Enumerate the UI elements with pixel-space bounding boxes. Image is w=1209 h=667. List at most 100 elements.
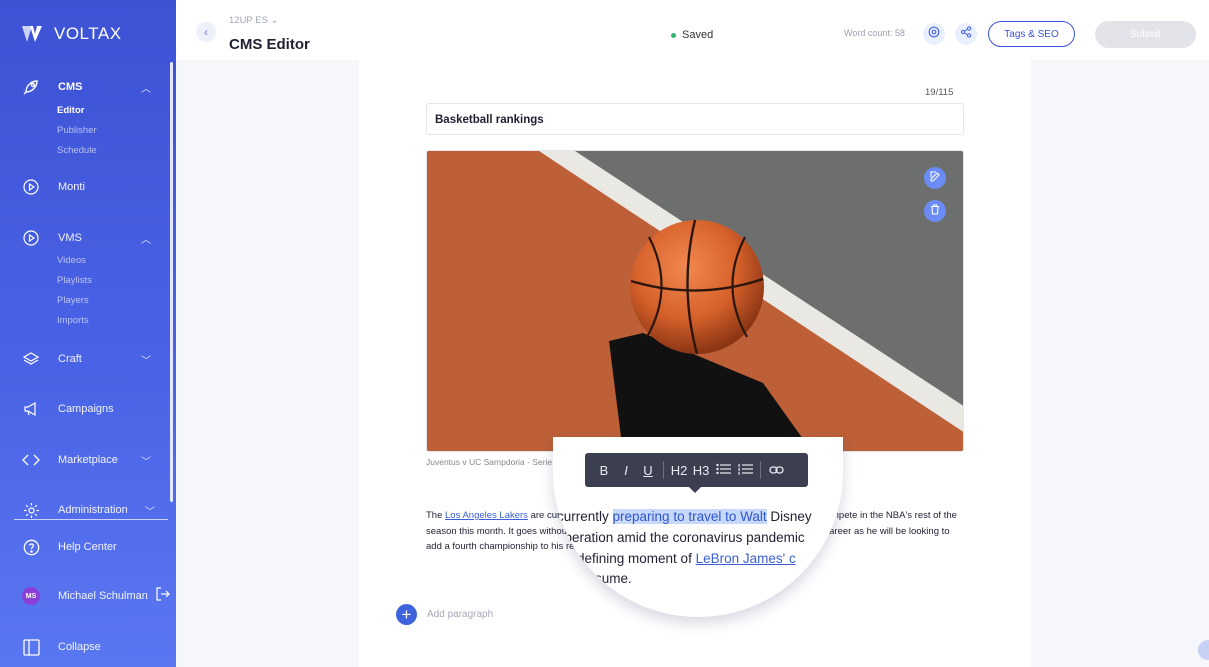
back-button[interactable]: ‹ xyxy=(196,22,216,42)
nav-section-campaigns: Campaigns xyxy=(0,398,170,420)
nav-section-monti: Monti xyxy=(0,176,170,198)
lebron-link[interactable]: LeBron James' c xyxy=(696,551,796,566)
sidebar-item-craft[interactable]: Craft ﹀ xyxy=(0,348,170,370)
sidebar-item-marketplace[interactable]: Marketplace ﹀ xyxy=(0,449,170,471)
sidebar-panel-icon xyxy=(22,638,40,656)
sidebar: VOLTAX CMS ︿ Editor Publisher Schedule M… xyxy=(0,0,176,667)
nav-section-help: Help Center xyxy=(0,536,170,558)
sidebar-subitem-playlists[interactable]: Playlists xyxy=(0,271,170,291)
help-icon xyxy=(22,538,40,556)
play-circle-icon xyxy=(22,178,40,196)
image-caption[interactable]: Juventus v UC Sampdoria - Serie A xyxy=(426,457,560,467)
sidebar-item-cms-label: CMS xyxy=(58,81,83,93)
brand-name: VOLTAX xyxy=(54,24,122,43)
zoomed-line-1: currently preparing to travel to Walt Di… xyxy=(557,509,812,524)
sidebar-subitem-schedule[interactable]: Schedule xyxy=(0,141,170,161)
sidebar-item-campaigns[interactable]: Campaigns xyxy=(0,398,170,420)
sidebar-item-craft-label: Craft xyxy=(58,353,82,365)
plus-icon[interactable]: + xyxy=(396,604,417,625)
toolbar-divider xyxy=(663,461,664,479)
bullet-list-icon[interactable] xyxy=(712,463,734,478)
nav-section-marketplace: Marketplace ﹀ xyxy=(0,449,170,471)
megaphone-icon xyxy=(22,400,40,418)
user-profile[interactable]: MS Michael Schulman xyxy=(0,585,170,607)
tags-seo-button[interactable]: Tags & SEO xyxy=(988,21,1075,47)
chevron-up-icon[interactable]: ︿ xyxy=(138,231,154,246)
underline-button[interactable]: U xyxy=(637,463,659,478)
right-gutter xyxy=(1031,60,1209,667)
zoomed-line-3: defining moment of LeBron James' c xyxy=(577,551,796,566)
collapse-button[interactable]: Collapse xyxy=(0,636,170,658)
avatar: MS xyxy=(22,587,40,605)
chevron-up-icon[interactable]: ︿ xyxy=(138,80,154,95)
status-dot xyxy=(671,32,676,38)
edit-icon xyxy=(929,169,941,187)
featured-image[interactable] xyxy=(426,150,964,452)
sidebar-item-cms[interactable]: CMS ︿ xyxy=(0,76,170,98)
voltax-logo-icon xyxy=(22,26,42,42)
submit-button[interactable]: Submit xyxy=(1095,21,1196,48)
sidebar-item-administration-label: Administration xyxy=(58,504,128,516)
title-char-count: 19/115 xyxy=(925,87,954,98)
paragraph-text: The xyxy=(426,510,446,521)
left-gutter xyxy=(176,60,359,667)
delete-image-button[interactable] xyxy=(924,200,946,222)
chevron-down-icon[interactable]: ﹀ xyxy=(138,352,154,367)
h3-button[interactable]: H3 xyxy=(690,463,712,478)
chevron-down-icon[interactable]: ﹀ xyxy=(142,503,158,518)
sidebar-scrollbar[interactable] xyxy=(170,62,173,502)
trash-icon xyxy=(930,202,940,220)
sidebar-subitem-videos[interactable]: Videos xyxy=(0,251,170,271)
title-input[interactable]: Basketball rankings xyxy=(426,103,964,135)
selected-text[interactable]: preparing to travel to Walt xyxy=(612,509,767,524)
sidebar-item-monti-label: Monti xyxy=(58,181,85,193)
sidebar-item-marketplace-label: Marketplace xyxy=(58,454,118,466)
nav-section-administration: Administration ﹀ xyxy=(0,499,170,521)
lakers-link[interactable]: Los Angeles Lakers xyxy=(445,510,528,521)
sidebar-item-monti[interactable]: Monti xyxy=(0,176,170,198)
logout-icon[interactable] xyxy=(156,586,170,606)
link-icon[interactable] xyxy=(765,463,787,478)
sidebar-subitem-editor[interactable]: Editor xyxy=(0,101,170,121)
chevron-down-icon[interactable]: ﹀ xyxy=(138,453,154,468)
add-paragraph[interactable]: + Add paragraph xyxy=(396,604,493,625)
collapse-label: Collapse xyxy=(58,641,101,653)
save-status-label: Saved xyxy=(682,29,714,41)
preview-button[interactable] xyxy=(923,23,945,45)
voltax-logo[interactable]: VOLTAX xyxy=(22,24,122,44)
sidebar-divider xyxy=(14,519,168,520)
sidebar-item-administration[interactable]: Administration ﹀ xyxy=(0,499,170,521)
user-name: Michael Schulman xyxy=(58,590,148,602)
basketball-court-photo xyxy=(427,151,963,451)
toolbar-divider xyxy=(760,461,761,479)
sidebar-subitem-imports[interactable]: Imports xyxy=(0,311,170,331)
nav-section-vms: VMS ︿ Videos Playlists Players Imports xyxy=(0,227,170,331)
save-status: Saved xyxy=(671,29,713,41)
h2-button[interactable]: H2 xyxy=(668,463,690,478)
edit-image-button[interactable] xyxy=(924,167,946,189)
numbered-list-icon[interactable] xyxy=(734,463,756,478)
sidebar-item-vms-label: VMS xyxy=(58,232,82,244)
add-paragraph-label: Add paragraph xyxy=(427,609,494,620)
code-brackets-icon xyxy=(22,451,40,469)
eye-icon xyxy=(928,25,940,43)
sidebar-subitem-publisher[interactable]: Publisher xyxy=(0,121,170,141)
word-count: Word count: 58 xyxy=(844,28,905,38)
bold-button[interactable]: B xyxy=(593,463,615,478)
italic-button[interactable]: I xyxy=(615,463,637,478)
nav-section-collapse: Collapse xyxy=(0,636,170,658)
chevron-down-icon: ⌄ xyxy=(270,15,279,26)
nav-section-user: MS Michael Schulman xyxy=(0,585,170,607)
page-title: CMS Editor xyxy=(229,36,310,53)
share-icon xyxy=(960,25,972,43)
share-button[interactable] xyxy=(955,23,977,45)
sidebar-subitem-players[interactable]: Players xyxy=(0,291,170,311)
zoomed-line-4: sume. xyxy=(595,571,632,586)
top-header: ‹ 12UP ES ⌄ CMS Editor Saved Word count:… xyxy=(176,0,1209,60)
format-toolbar: B I U H2 H3 xyxy=(585,453,808,493)
site-selector[interactable]: 12UP ES ⌄ xyxy=(229,15,279,26)
video-play-icon xyxy=(22,229,40,247)
layers-icon xyxy=(22,350,40,368)
sidebar-item-vms[interactable]: VMS ︿ xyxy=(0,227,170,249)
sidebar-item-help-center[interactable]: Help Center xyxy=(0,536,170,558)
